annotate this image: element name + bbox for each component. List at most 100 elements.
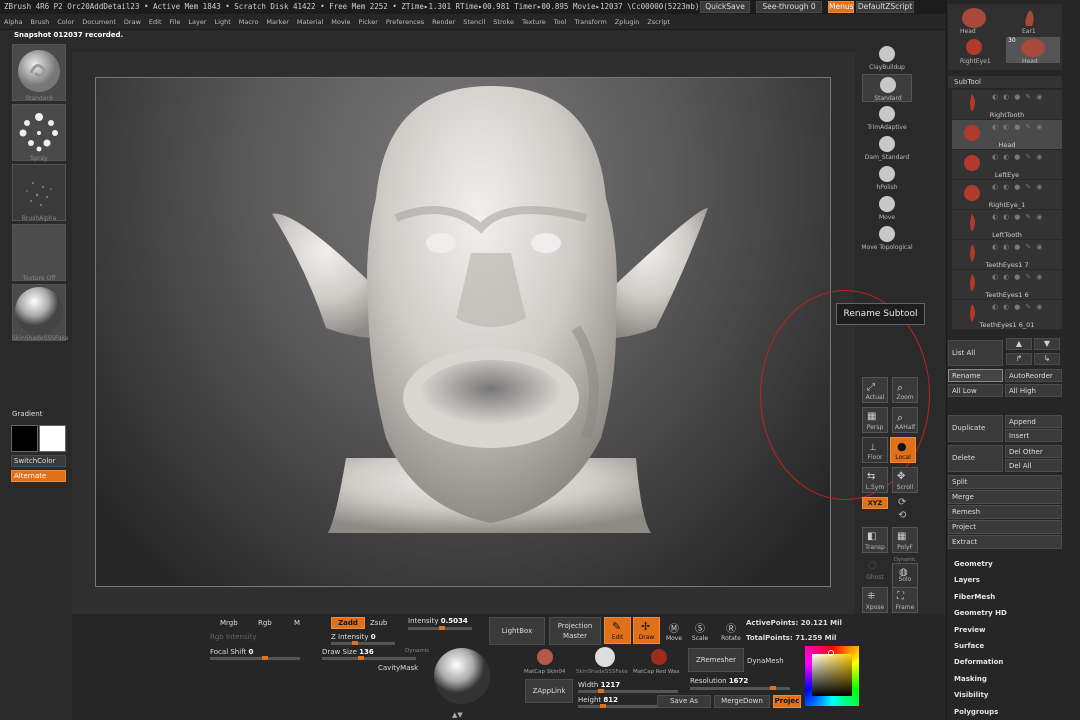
brush-shortcut-hpolish[interactable]: hPolish — [862, 164, 912, 192]
xyz-button[interactable]: XYZ — [862, 497, 888, 509]
color-picker-square[interactable] — [812, 654, 852, 696]
menu-render[interactable]: Render — [428, 14, 459, 30]
menu-transform[interactable]: Transform — [570, 14, 610, 30]
subtool-item[interactable]: ◐◐●✎◉ LeftEye — [952, 150, 1062, 180]
brush-shortcut-dam-standard[interactable]: Dam_Standard — [862, 134, 912, 162]
menu-stroke[interactable]: Stroke — [489, 14, 518, 30]
zadd-button[interactable]: Zadd — [331, 617, 365, 629]
move-down-right-button[interactable]: ↳ — [1034, 353, 1060, 365]
quicksave-button[interactable]: QuickSave — [700, 1, 750, 13]
move-up-button[interactable]: ▲ — [1006, 338, 1032, 350]
subtool-toggle-icons[interactable]: ◐◐●✎◉ — [992, 213, 1047, 221]
drawsize-track[interactable] — [322, 657, 416, 660]
subtool-item[interactable]: ◐◐●✎◉ Head — [952, 120, 1062, 150]
menu-picker[interactable]: Picker — [355, 14, 382, 30]
subtool-header[interactable]: SubTool — [948, 76, 1062, 88]
ear-thumb[interactable] — [1020, 8, 1040, 28]
alternate-button[interactable]: Alternate — [11, 470, 66, 482]
rotate-button[interactable]: Ⓡ Rotate — [718, 620, 744, 642]
insert-button[interactable]: Insert — [1005, 429, 1062, 442]
menu-alpha[interactable]: Alpha — [0, 14, 26, 30]
menu-color[interactable]: Color — [53, 14, 78, 30]
menu-light[interactable]: Light — [211, 14, 235, 30]
brush-shortcut-trimadaptive[interactable]: TrimAdaptive — [862, 104, 912, 132]
cavitymask-button[interactable]: CavityMask — [378, 664, 418, 672]
merge-down-button[interactable]: MergeDown — [714, 695, 770, 708]
rgb-intensity-slider[interactable]: Rgb Intensity — [210, 633, 256, 641]
scale-button[interactable]: Ⓢ Scale — [690, 620, 710, 642]
projection-master-button[interactable]: Projection Master — [549, 617, 601, 645]
extract-section[interactable]: Extract — [948, 535, 1062, 549]
menu-zscript[interactable]: Zscript — [643, 14, 674, 30]
move-up-right-button[interactable]: ↱ — [1006, 353, 1032, 365]
mrgb-button[interactable]: Mrgb — [220, 619, 238, 627]
edit-button[interactable]: ✎ Edit — [604, 617, 631, 644]
zsub-button[interactable]: Zsub — [370, 619, 387, 627]
brush-selector[interactable] — [12, 44, 66, 101]
righteye-thumb[interactable] — [962, 37, 986, 57]
z-intensity-knob[interactable] — [352, 641, 358, 645]
intensity-knob[interactable] — [439, 626, 445, 630]
subtool-toggle-icons[interactable]: ◐◐●✎◉ — [992, 303, 1047, 311]
menu-material[interactable]: Material — [293, 14, 327, 30]
subtool-item[interactable]: ◐◐●✎◉ TeethEyes1 6 — [952, 270, 1062, 300]
menu-tool[interactable]: Tool — [550, 14, 571, 30]
category-layers[interactable]: Layers — [954, 576, 980, 584]
brush-shortcut-standard[interactable]: Standard — [862, 74, 912, 102]
expand-arrows-icon[interactable]: ▲▼ — [452, 711, 463, 719]
rgb-button[interactable]: Rgb — [258, 619, 272, 627]
category-polygroups[interactable]: Polygroups — [954, 708, 998, 716]
z-intensity-slider[interactable]: Z Intensity 0 — [331, 633, 376, 641]
resolution-slider[interactable]: Resolution 1672 — [690, 677, 748, 685]
rotate-icon[interactable]: ⟳ — [898, 497, 906, 508]
category-preview[interactable]: Preview — [954, 626, 986, 634]
dynamesh-button[interactable]: DynaMesh — [747, 657, 784, 665]
secondary-color-swatch[interactable] — [39, 425, 66, 452]
project-section[interactable]: Project — [948, 520, 1062, 534]
subtool-item[interactable]: ◐◐●✎◉ RightEye_1 — [952, 180, 1062, 210]
brush-shortcut-move[interactable]: Move — [862, 194, 912, 222]
intensity-slider[interactable]: Intensity 0.5034 — [408, 617, 468, 625]
menu-stencil[interactable]: Stencil — [459, 14, 489, 30]
menu-edit[interactable]: Edit — [145, 14, 166, 30]
material-selector[interactable] — [12, 284, 66, 341]
color-picker-cursor[interactable] — [828, 650, 834, 656]
brush-shortcut-claybuildup[interactable]: ClayBuildup — [862, 44, 912, 72]
zremesher-button[interactable]: ZRemesher — [688, 648, 744, 672]
menu-brush[interactable]: Brush — [26, 14, 53, 30]
menu-movie[interactable]: Movie — [327, 14, 354, 30]
focal-knob[interactable] — [262, 656, 268, 660]
menu-zplugin[interactable]: Zplugin — [611, 14, 644, 30]
zapplink-button[interactable]: ZAppLink — [525, 679, 573, 703]
brush-shortcut-move-topological[interactable]: Move Topological — [861, 224, 913, 252]
category-geometry-hd[interactable]: Geometry HD — [954, 609, 1007, 617]
subtool-toggle-icons[interactable]: ◐◐●✎◉ — [992, 153, 1047, 161]
menus-button[interactable]: Menus — [828, 1, 854, 13]
subtool-toggle-icons[interactable]: ◐◐●✎◉ — [992, 183, 1047, 191]
menu-layer[interactable]: Layer — [184, 14, 210, 30]
height-knob[interactable] — [600, 704, 606, 708]
subtool-item[interactable]: ◐◐●✎◉ TeethEyes1 7 — [952, 240, 1062, 270]
main-color-swatch[interactable] — [11, 425, 38, 452]
width-knob[interactable] — [598, 689, 604, 693]
category-fibermesh[interactable]: FiberMesh — [954, 593, 995, 601]
switch-color-button[interactable]: SwitchColor — [11, 455, 66, 467]
z-intensity-track[interactable] — [331, 642, 395, 645]
autoreorder-button[interactable]: AutoReorder — [1005, 369, 1062, 382]
subtool-toggle-icons[interactable]: ◐◐●✎◉ — [992, 273, 1047, 281]
save-as-button[interactable]: Save As — [657, 695, 711, 708]
width-track[interactable] — [578, 690, 678, 693]
matcap-skin-sphere[interactable] — [536, 648, 554, 666]
menu-preferences[interactable]: Preferences — [382, 14, 428, 30]
category-geometry[interactable]: Geometry — [954, 560, 993, 568]
default-zscript-button[interactable]: DefaultZScript — [856, 1, 914, 13]
subtool-toggle-icons[interactable]: ◐◐●✎◉ — [992, 243, 1047, 251]
texture-selector[interactable] — [12, 224, 66, 281]
list-all-button[interactable]: List All — [948, 340, 1003, 366]
alpha-selector[interactable] — [12, 164, 66, 221]
menu-draw[interactable]: Draw — [120, 14, 145, 30]
move-down-button[interactable]: ▼ — [1034, 338, 1060, 350]
draw-size-slider[interactable]: Draw Size 136 — [322, 648, 374, 656]
m-button[interactable]: M — [294, 619, 300, 627]
focal-track[interactable] — [210, 657, 300, 660]
